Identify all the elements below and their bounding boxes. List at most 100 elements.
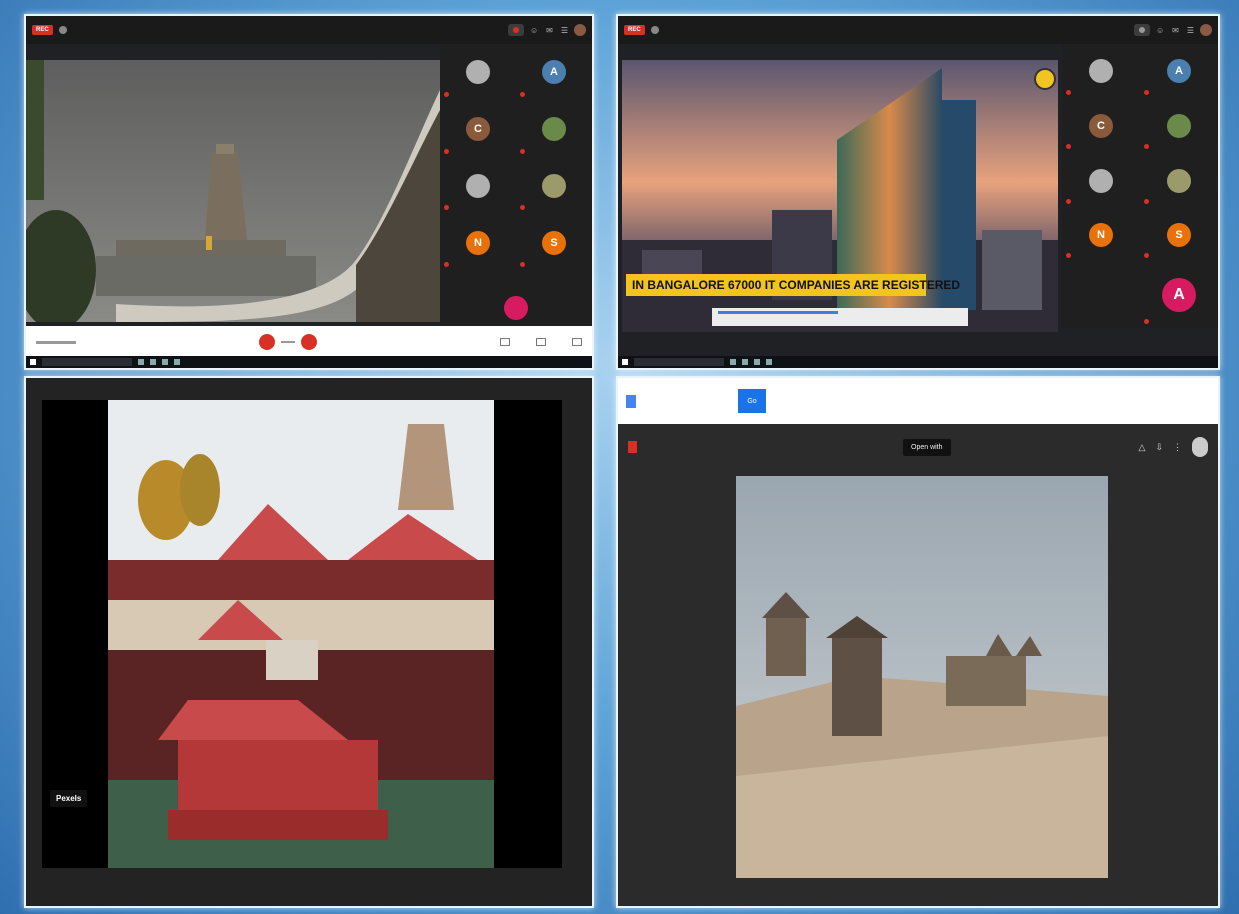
participants-grid: A C N S xyxy=(440,44,592,328)
taskbar-app-icon[interactable] xyxy=(162,359,168,365)
participant-tile[interactable]: N xyxy=(440,214,516,271)
avatar: N xyxy=(466,230,490,255)
start-icon[interactable] xyxy=(30,359,36,365)
taskbar-search[interactable] xyxy=(42,358,132,366)
mic-off-icon xyxy=(520,262,525,268)
meet-window-1: REC ☺ ✉ ☰ A C N S xyxy=(24,14,594,370)
mic-off-icon xyxy=(520,91,525,97)
participant-tile[interactable] xyxy=(1062,153,1140,208)
participant-tile[interactable] xyxy=(440,44,516,101)
taskbar-app-icon[interactable] xyxy=(742,359,748,365)
participant-tile[interactable]: A xyxy=(516,44,592,101)
participant-tile[interactable]: C xyxy=(440,101,516,158)
more-options-icon[interactable]: ⋮ xyxy=(1173,442,1182,453)
open-with-button[interactable]: Open with xyxy=(903,438,951,456)
taskbar-app-icon[interactable] xyxy=(730,359,736,365)
captions-icon[interactable] xyxy=(500,338,510,346)
presenter-tile[interactable]: A xyxy=(1140,262,1218,328)
mic-off-icon xyxy=(1066,144,1071,150)
hangup-divider xyxy=(281,341,295,343)
meet-window-2: REC ☺ ✉ ☰ IN BANGALORE 67000 IT COMPANIE… xyxy=(616,14,1220,370)
taskbar-app-icon[interactable] xyxy=(766,359,772,365)
shared-screen xyxy=(26,60,440,322)
avatar: A xyxy=(1167,59,1191,84)
mic-off-icon xyxy=(1144,198,1149,204)
temple-photo xyxy=(26,60,440,322)
participant-tile[interactable] xyxy=(440,158,516,215)
windows-taskbar xyxy=(618,356,1218,368)
avatar xyxy=(466,60,490,85)
mic-off-icon xyxy=(1066,89,1071,95)
add-to-drive-icon[interactable]: △ xyxy=(1139,442,1146,453)
user-avatar[interactable] xyxy=(1192,437,1208,457)
taskbar-app-icon[interactable] xyxy=(150,359,156,365)
avatar xyxy=(504,295,528,320)
avatar xyxy=(1167,113,1191,138)
hampi-ruins-photo xyxy=(736,476,1108,878)
avatar xyxy=(1089,59,1113,84)
participant-tile[interactable]: S xyxy=(516,214,592,271)
participant-tile[interactable] xyxy=(516,158,592,215)
mic-off-icon[interactable] xyxy=(259,334,275,350)
camera-off-icon[interactable] xyxy=(301,334,317,350)
go-button[interactable]: Go xyxy=(738,389,766,413)
chat-icon[interactable]: ✉ xyxy=(546,26,553,35)
activities-icon[interactable]: ☰ xyxy=(561,26,568,35)
participant-tile[interactable]: N xyxy=(1062,208,1140,263)
avatar xyxy=(466,173,490,198)
video-player-controls[interactable] xyxy=(712,308,968,326)
file-viewer-toolbar: Open with △ ⇩ ⋮ xyxy=(618,428,1218,466)
people-icon[interactable]: ☺ xyxy=(1156,26,1164,35)
activities-icon[interactable]: ☰ xyxy=(1187,26,1194,35)
participants-grid: A C N S A xyxy=(1062,44,1218,328)
presenting-chip[interactable] xyxy=(1133,24,1150,36)
recording-badge: REC xyxy=(624,25,645,35)
slide-banner: IN BANGALORE 67000 IT COMPANIES ARE REGI… xyxy=(626,274,960,296)
taskbar-app-icon[interactable] xyxy=(174,359,180,365)
presenting-icon xyxy=(1138,27,1145,33)
participant-tile[interactable] xyxy=(1062,44,1140,99)
taskbar-app-icon[interactable] xyxy=(754,359,760,365)
participant-tile[interactable] xyxy=(1140,153,1218,208)
chat-icon[interactable]: ✉ xyxy=(1172,26,1179,35)
start-icon[interactable] xyxy=(622,359,628,365)
mic-off-icon xyxy=(444,262,449,268)
mic-off-icon xyxy=(520,148,525,154)
user-avatar[interactable] xyxy=(1200,24,1212,36)
mic-off-icon xyxy=(444,148,449,154)
meet-toolbar-icons: ☺ ✉ ☰ xyxy=(1156,26,1194,35)
participant-tile[interactable] xyxy=(440,271,592,328)
participant-tile[interactable] xyxy=(516,101,592,158)
avatar: S xyxy=(542,230,566,255)
shared-screen: IN BANGALORE 67000 IT COMPANIES ARE REGI… xyxy=(622,60,1058,332)
taskbar-app-icon[interactable] xyxy=(138,359,144,365)
user-avatar[interactable] xyxy=(574,24,586,36)
pexels-watermark: Pexels xyxy=(50,790,88,807)
mic-off-icon xyxy=(1144,144,1149,150)
download-icon[interactable]: ⇩ xyxy=(1155,442,1163,453)
participant-tile[interactable]: C xyxy=(1062,99,1140,154)
people-icon[interactable]: ☺ xyxy=(530,26,538,35)
participant-tile[interactable] xyxy=(1140,99,1218,154)
meet-top-bar: REC ☺ ✉ ☰ xyxy=(26,16,592,44)
mic-off-icon xyxy=(444,205,449,211)
avatar xyxy=(1089,168,1113,193)
present-icon[interactable] xyxy=(536,338,546,346)
meeting-details[interactable] xyxy=(36,340,76,344)
participant-tile[interactable]: A xyxy=(1140,44,1218,99)
video-progress[interactable] xyxy=(718,311,838,314)
avatar: C xyxy=(1089,113,1113,138)
avatar: C xyxy=(466,117,490,142)
presenting-chip[interactable] xyxy=(507,24,524,36)
viewer-actions: △ ⇩ ⋮ xyxy=(1139,437,1208,457)
photo-viewer: Pexels xyxy=(24,376,594,908)
avatar xyxy=(542,117,566,142)
avatar: N xyxy=(1089,223,1113,248)
mic-off-icon xyxy=(1144,319,1149,324)
more-options-icon[interactable] xyxy=(572,338,582,346)
participant-tile[interactable]: S xyxy=(1140,208,1218,263)
drive-search-bar: Go xyxy=(618,378,1218,424)
taskbar-search[interactable] xyxy=(634,358,724,366)
mic-off-icon xyxy=(1144,89,1149,95)
presenting-icon xyxy=(512,27,519,33)
